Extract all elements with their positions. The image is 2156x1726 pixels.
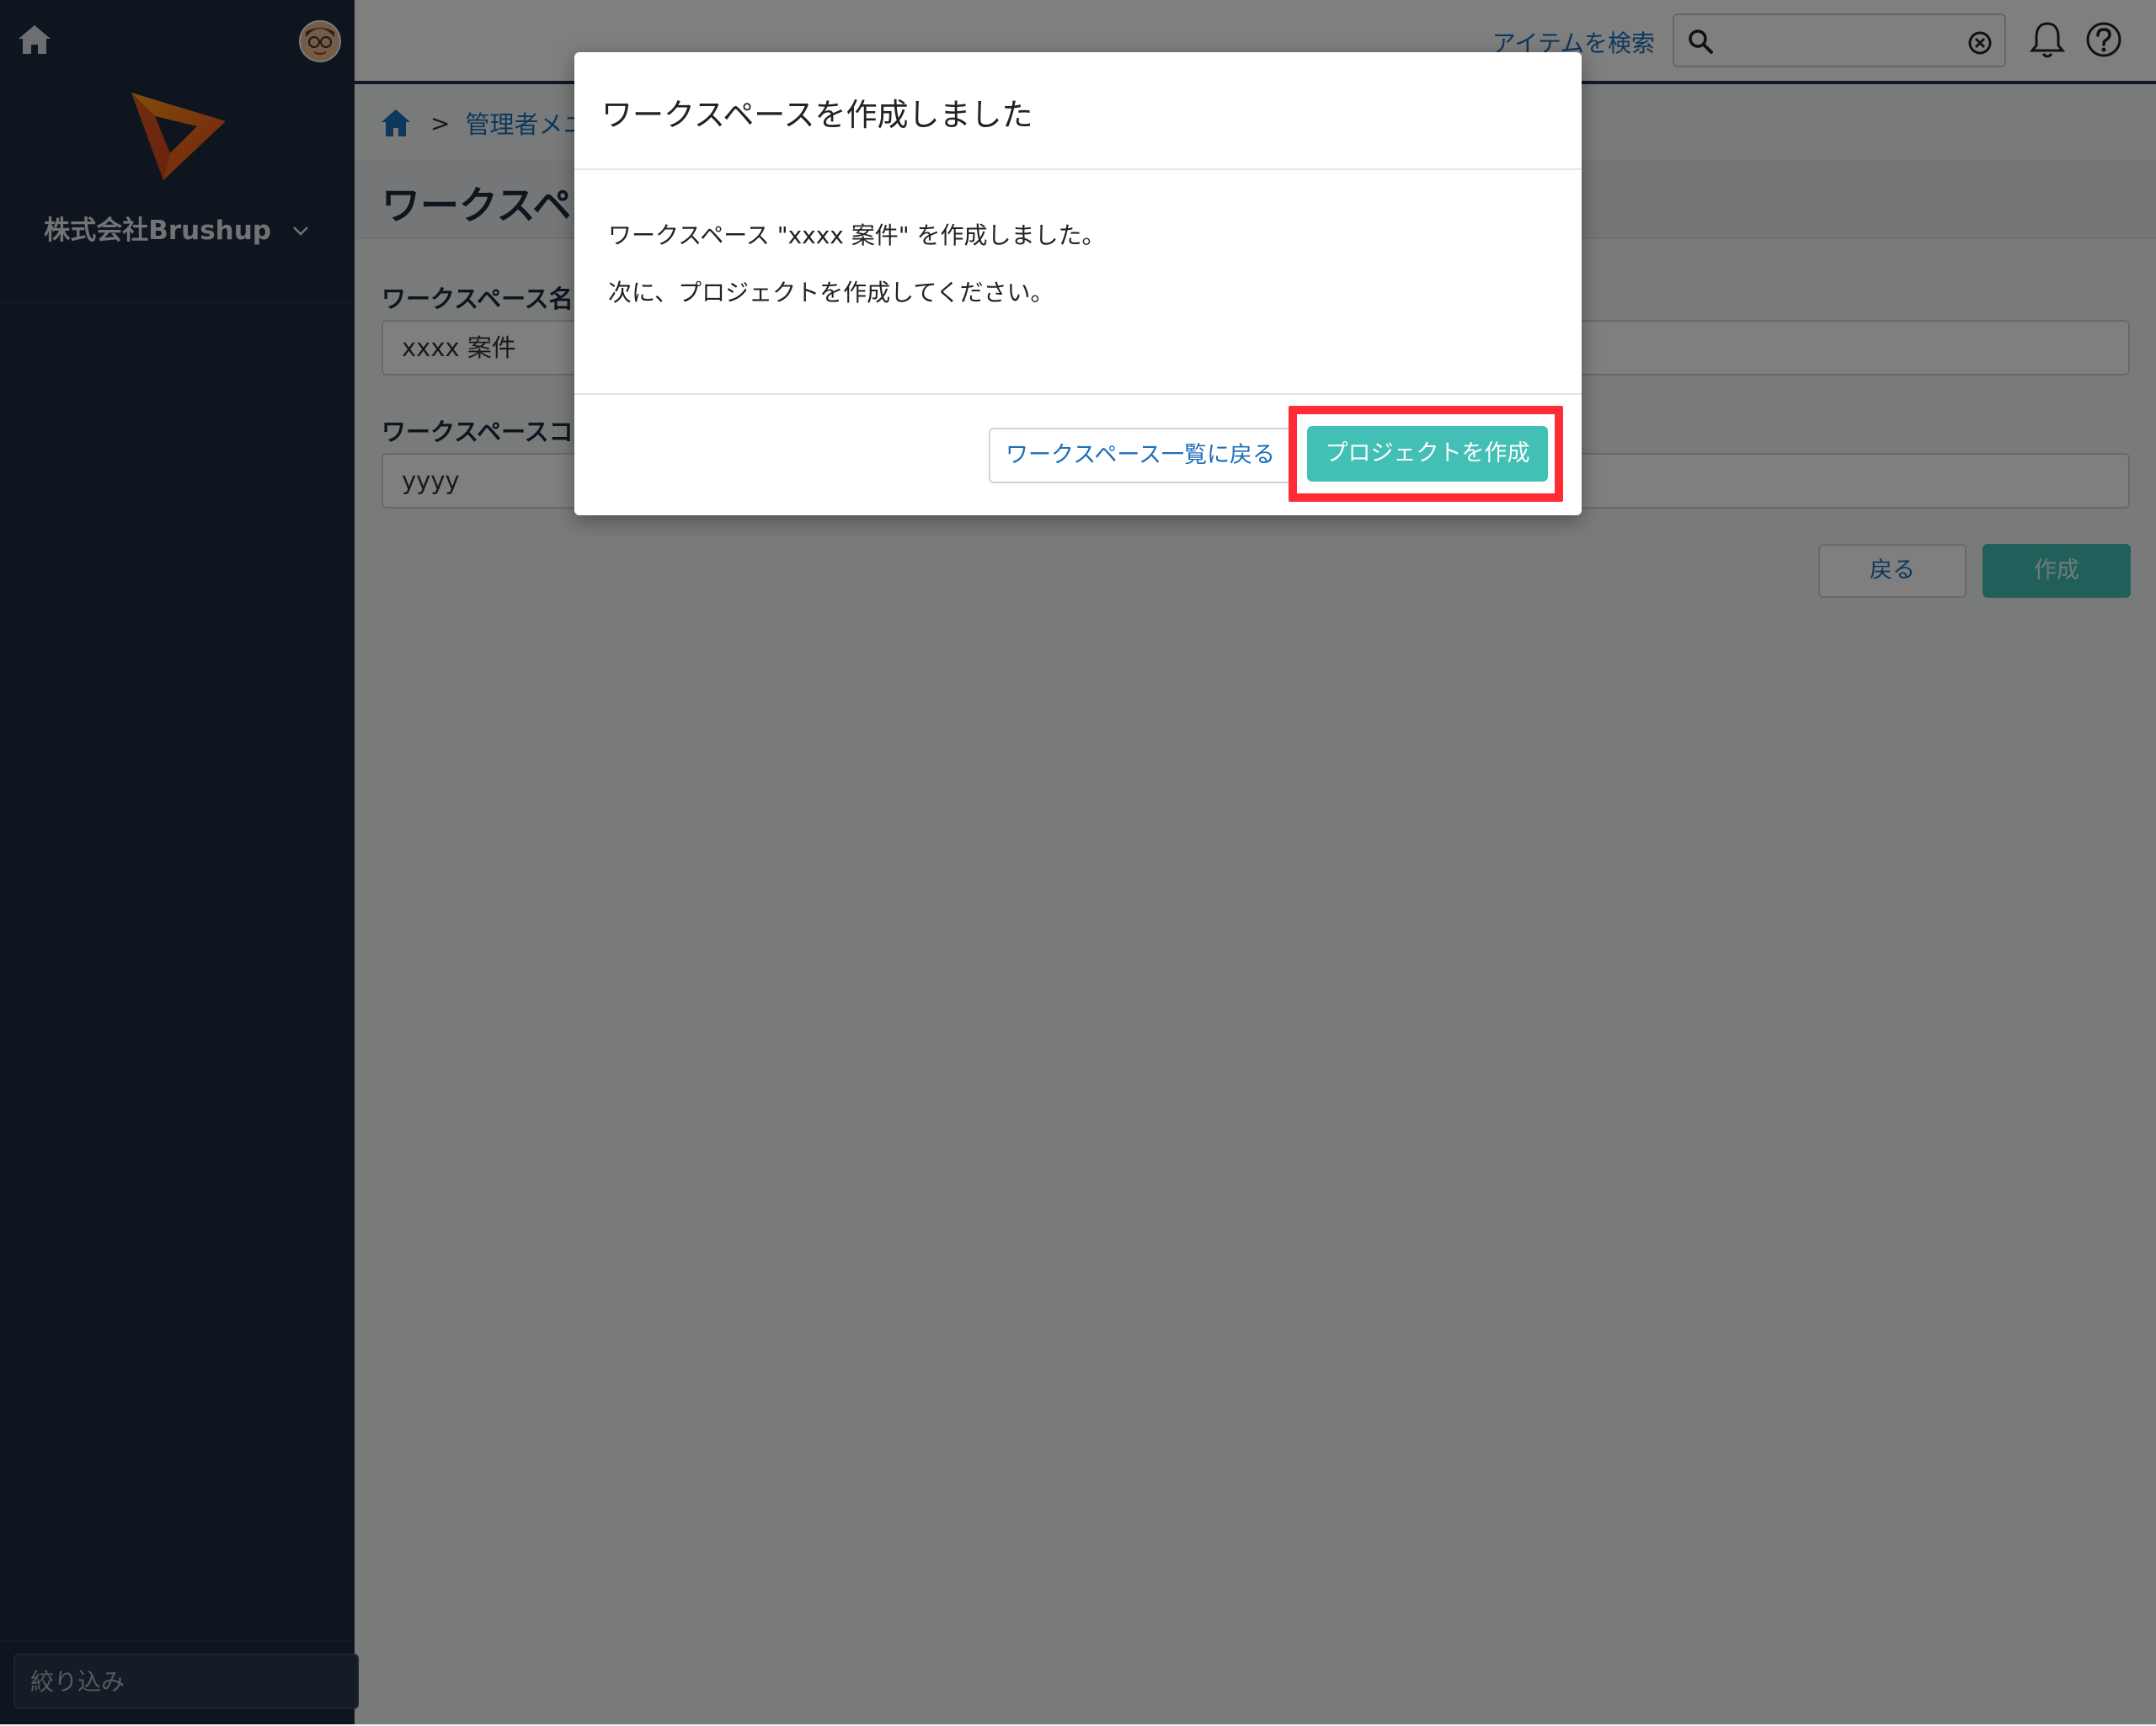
back-to-workspace-list-button[interactable]: ワークスペース一覧に戻る xyxy=(989,428,1292,483)
dialog-message-next: 次に、プロジェクトを作成してください。 xyxy=(608,279,1054,306)
dialog-message-created: ワークスペース "xxxx 案件" を作成しました。 xyxy=(608,221,1106,249)
dialog-header-divider xyxy=(574,168,1582,170)
dialog-footer-divider xyxy=(574,393,1582,395)
create-project-button[interactable]: プロジェクトを作成 xyxy=(1307,426,1548,482)
dialog-title: ワークスペースを作成しました xyxy=(601,97,1033,133)
